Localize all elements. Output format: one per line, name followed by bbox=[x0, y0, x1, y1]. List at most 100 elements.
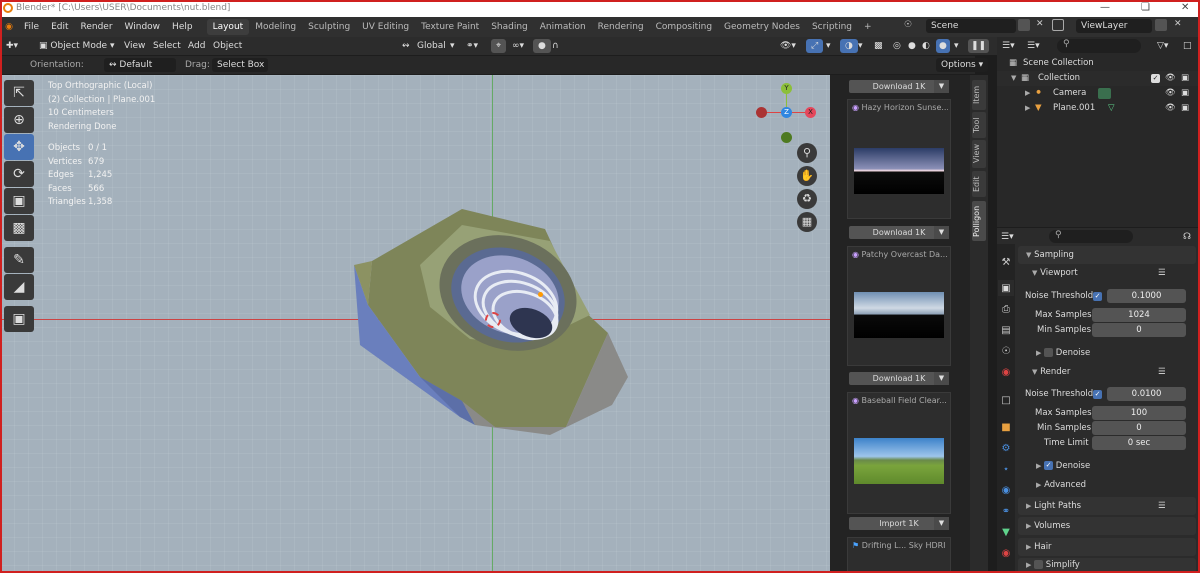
snap-toggle-icon[interactable]: ⌖ bbox=[491, 39, 507, 53]
options-dropdown[interactable]: Options ▾ bbox=[936, 58, 989, 72]
view-layer-copy-icon[interactable] bbox=[1155, 19, 1167, 31]
material-tab-icon[interactable]: ◉ bbox=[998, 545, 1014, 561]
tab-edit[interactable]: Edit bbox=[972, 171, 986, 197]
asset-card-drifting-sky[interactable]: ⚑ Drifting L... Sky HDRI bbox=[847, 537, 951, 573]
rotate-tool-icon[interactable]: ⟳ bbox=[4, 161, 34, 187]
close-button[interactable]: ✕ bbox=[1181, 2, 1189, 13]
outliner-row-camera[interactable]: ▶ ⚫ Camera 👁 ▣ bbox=[997, 86, 1200, 101]
eye-icon[interactable]: 👁 bbox=[1165, 86, 1176, 101]
view-layer-delete-icon[interactable]: ✕ bbox=[1174, 19, 1182, 29]
add-cube-tool-icon[interactable]: ▣ bbox=[4, 306, 34, 332]
new-collection-icon[interactable]: □ bbox=[1183, 39, 1192, 53]
viewport-denoise-checkbox[interactable] bbox=[1044, 348, 1054, 357]
gizmo-toggle-icon[interactable]: ⤢ bbox=[806, 39, 824, 53]
gizmo-neg-y-handle[interactable] bbox=[781, 132, 792, 143]
eye-icon[interactable]: 👁 bbox=[1165, 101, 1176, 116]
pin-icon[interactable]: ☊ bbox=[1183, 230, 1191, 244]
transform-orientation-icon[interactable]: ↭ bbox=[402, 39, 410, 53]
add-workspace-button[interactable]: + bbox=[858, 19, 878, 35]
camera-view-icon[interactable]: ♻ bbox=[797, 189, 817, 209]
object-menu[interactable]: Object bbox=[213, 39, 242, 53]
maximize-button[interactable]: ❏ bbox=[1141, 2, 1150, 13]
render-camera-icon[interactable]: ▣ bbox=[1181, 101, 1189, 116]
view-layer-icon[interactable] bbox=[1052, 19, 1064, 31]
overlay-toggle-icon[interactable]: ◑ bbox=[840, 39, 858, 53]
render-noise-checkbox[interactable]: ✓ bbox=[1093, 390, 1102, 399]
eye-icon[interactable]: 👁 bbox=[1165, 71, 1176, 86]
asset-card-patchy-overcast[interactable]: ◉ Patchy Overcast Da... bbox=[847, 246, 951, 366]
sampling-panel-header[interactable]: ▼ Sampling bbox=[1018, 246, 1196, 264]
move-tool-icon[interactable]: ✥ bbox=[4, 134, 34, 160]
tab-tool[interactable]: Tool bbox=[972, 112, 986, 138]
download-options-icon[interactable]: ▼ bbox=[934, 80, 949, 93]
add-menu[interactable]: Add bbox=[188, 39, 205, 53]
viewport-subpanel-header[interactable]: ▼ Viewport bbox=[1032, 266, 1078, 281]
object-tab-icon[interactable]: ■ bbox=[998, 419, 1014, 435]
menu-file[interactable]: File bbox=[18, 22, 45, 32]
gizmo-neg-x-handle[interactable] bbox=[756, 107, 767, 118]
time-limit-field[interactable]: 0 sec bbox=[1092, 436, 1186, 450]
constraints-tab-icon[interactable]: ⚭ bbox=[998, 503, 1014, 519]
render-max-samples-field[interactable]: 100 bbox=[1092, 406, 1186, 420]
gizmo-y-handle[interactable]: Y bbox=[781, 83, 792, 94]
proportional-edit-icon[interactable]: ● bbox=[533, 39, 551, 53]
tab-polligon[interactable]: Polligon bbox=[972, 201, 986, 241]
properties-editor-icon[interactable]: ☰▾ bbox=[1001, 230, 1014, 244]
scene-tab-icon[interactable]: ☉ bbox=[998, 343, 1014, 359]
hair-panel-header[interactable]: ▶ Hair bbox=[1018, 538, 1196, 556]
display-mode-icon[interactable]: ☰▾ bbox=[1027, 39, 1040, 53]
render-camera-icon[interactable]: ▣ bbox=[1181, 71, 1189, 86]
volumes-panel-header[interactable]: ▶ Volumes bbox=[1018, 517, 1196, 535]
viewport-noise-checkbox[interactable]: ✓ bbox=[1093, 292, 1102, 301]
render-min-samples-field[interactable]: 0 bbox=[1092, 421, 1186, 435]
scene-copy-icon[interactable] bbox=[1018, 19, 1030, 31]
transform-orientation-selector[interactable]: Global bbox=[417, 39, 446, 53]
pan-hand-icon[interactable]: ✋ bbox=[797, 166, 817, 186]
select-box-tool-icon[interactable]: ⇱ bbox=[4, 80, 34, 106]
output-tab-icon[interactable]: ⎙ bbox=[998, 301, 1014, 317]
minimize-button[interactable]: — bbox=[1100, 2, 1110, 13]
snap-target-icon[interactable]: ∞▾ bbox=[512, 39, 524, 53]
menu-window[interactable]: Window bbox=[119, 22, 167, 32]
view-menu[interactable]: View bbox=[124, 39, 145, 53]
menu-help[interactable]: Help bbox=[166, 22, 199, 32]
pause-render-icon[interactable]: ❚❚ bbox=[968, 39, 990, 53]
light-paths-panel-header[interactable]: ▶ Light Paths ☰ bbox=[1018, 497, 1196, 515]
list-menu-icon[interactable]: ☰ bbox=[1158, 497, 1166, 515]
tool-tab-icon[interactable]: ⚒ bbox=[998, 254, 1014, 270]
render-camera-icon[interactable]: ▣ bbox=[1181, 86, 1189, 101]
workspace-tab-modeling[interactable]: Modeling bbox=[249, 19, 302, 35]
render-denoise-checkbox[interactable]: ✓ bbox=[1044, 461, 1054, 470]
orientation-dropdown[interactable]: ↭ Default bbox=[104, 58, 176, 72]
expand-right-icon[interactable]: ▶ bbox=[1025, 101, 1030, 116]
select-menu[interactable]: Select bbox=[153, 39, 181, 53]
outliner-row-plane[interactable]: ▶ ▼ Plane.001 ▽ 👁 ▣ bbox=[997, 101, 1200, 116]
gizmo-z-handle[interactable]: Z bbox=[781, 107, 792, 118]
properties-search-input[interactable]: ⚲ bbox=[1049, 230, 1133, 243]
workspace-tab-layout[interactable]: Layout bbox=[206, 19, 250, 35]
download-options-icon[interactable]: ▼ bbox=[934, 226, 949, 239]
expand-down-icon[interactable]: ▼ bbox=[1011, 71, 1016, 86]
render-tab-icon[interactable]: ▣ bbox=[998, 280, 1014, 296]
menu-render[interactable]: Render bbox=[75, 22, 119, 32]
material-shading-icon[interactable]: ◐ bbox=[922, 39, 930, 53]
asset-card-hazy-horizon[interactable]: ◉ Hazy Horizon Sunse... bbox=[847, 99, 951, 219]
workspace-tab-shading[interactable]: Shading bbox=[485, 19, 534, 35]
workspace-tab-compositing[interactable]: Compositing bbox=[650, 19, 718, 35]
modifier-tab-icon[interactable]: ⚙ bbox=[998, 440, 1014, 456]
pivot-icon[interactable]: ⚭▾ bbox=[466, 39, 478, 53]
data-tab-icon[interactable]: ▼ bbox=[998, 524, 1014, 540]
gizmo-dropdown-icon[interactable]: ▾ bbox=[826, 39, 831, 53]
filter-icon[interactable]: ▽▾ bbox=[1157, 39, 1168, 53]
outliner-row-scene-collection[interactable]: ▦ Scene Collection bbox=[997, 56, 1200, 71]
rendered-shading-icon[interactable]: ● bbox=[936, 39, 950, 53]
perspective-grid-icon[interactable]: ▦ bbox=[797, 212, 817, 232]
blender-menu-icon[interactable]: ◉ bbox=[0, 22, 18, 32]
workspace-tab-animation[interactable]: Animation bbox=[534, 19, 592, 35]
collection-checkbox[interactable]: ✓ bbox=[1151, 74, 1160, 83]
tab-item[interactable]: Item bbox=[972, 80, 986, 110]
workspace-tab-texture-paint[interactable]: Texture Paint bbox=[415, 19, 485, 35]
annotate-tool-icon[interactable]: ✎ bbox=[4, 247, 34, 273]
workspace-tab-rendering[interactable]: Rendering bbox=[592, 19, 650, 35]
asset-card-baseball-field[interactable]: ◉ Baseball Field Clear... bbox=[847, 392, 951, 514]
